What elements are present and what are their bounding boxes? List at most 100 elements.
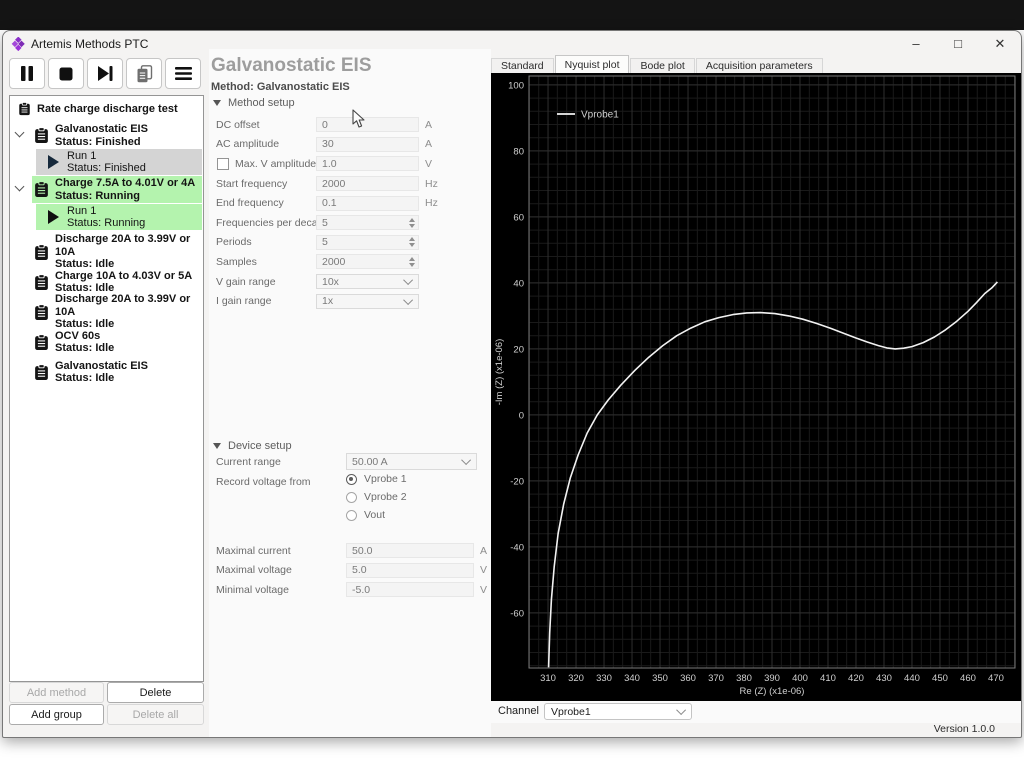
add-method-button[interactable]: Add method xyxy=(9,682,104,703)
field-label: Frequencies per decade xyxy=(216,217,329,229)
radio-label: Vout xyxy=(364,509,385,521)
end-frequency-input[interactable]: 0.1 xyxy=(316,196,419,211)
field-row-current-range: Current range 50.00 A xyxy=(209,452,491,472)
tree-item-ocv[interactable]: OCV 60s Status: Idle xyxy=(34,329,202,355)
tree-item-discharge-2[interactable]: Discharge 20A to 3.99V or 10A Status: Id… xyxy=(34,299,202,325)
svg-text:380: 380 xyxy=(736,673,752,684)
samples-stepper[interactable]: 2000 xyxy=(316,254,419,269)
app-logo-icon xyxy=(11,37,25,51)
tab-standard[interactable]: Standard xyxy=(491,58,554,73)
menu-button[interactable] xyxy=(165,58,201,89)
pause-button[interactable] xyxy=(9,58,45,89)
dc-offset-input[interactable]: 0 xyxy=(316,117,419,132)
spinner-buttons[interactable] xyxy=(409,218,415,228)
field-label: Periods xyxy=(216,236,252,248)
radio-label: Vprobe 2 xyxy=(364,491,407,503)
field-label: I gain range xyxy=(216,295,271,307)
minimize-button[interactable]: – xyxy=(895,31,937,56)
svg-text:-40: -40 xyxy=(510,542,524,553)
svg-text:Vprobe1: Vprobe1 xyxy=(581,110,619,121)
minimal-voltage-input[interactable]: -5.0 xyxy=(346,582,474,597)
tab-acquisition-parameters[interactable]: Acquisition parameters xyxy=(696,58,823,73)
tree-item-status: Status: Finished xyxy=(55,136,148,149)
chevron-down-icon xyxy=(461,455,471,465)
tree-item-status: Status: Idle xyxy=(55,342,114,355)
nyquist-chart-panel: 3103203303403503603703803904004104204304… xyxy=(491,73,1021,701)
skip-next-button[interactable] xyxy=(87,58,123,89)
tab-bode-plot[interactable]: Bode plot xyxy=(630,58,694,73)
svg-text:330: 330 xyxy=(596,673,612,684)
channel-label: Channel xyxy=(498,705,539,717)
svg-text:340: 340 xyxy=(624,673,640,684)
chevron-expand-icon[interactable] xyxy=(15,182,25,192)
tree-item-discharge-1[interactable]: Discharge 20A to 3.99V or 10A Status: Id… xyxy=(34,239,202,265)
device-setup-header[interactable]: Device setup xyxy=(213,440,292,452)
tree-run-running[interactable]: Run 1 Status: Running xyxy=(36,204,202,230)
radio-vprobe1[interactable]: Vprobe 1 xyxy=(346,473,407,485)
chevron-expand-icon[interactable] xyxy=(15,128,25,138)
tab-nyquist-plot[interactable]: Nyquist plot xyxy=(555,55,630,73)
tree-root-item[interactable]: Rate charge discharge test xyxy=(18,102,202,116)
delete-button[interactable]: Delete xyxy=(107,682,204,703)
close-button[interactable]: ✕ xyxy=(979,31,1021,56)
periods-stepper[interactable]: 5 xyxy=(316,235,419,250)
clipboard-icon xyxy=(34,274,49,291)
field-label: Start frequency xyxy=(216,178,287,190)
tree-item-status: Status: Idle xyxy=(55,372,148,385)
section-header-label: Device setup xyxy=(228,440,292,452)
start-frequency-input[interactable]: 2000 xyxy=(316,176,419,191)
svg-text:440: 440 xyxy=(904,673,920,684)
field-label: End frequency xyxy=(216,197,284,209)
tree-item-galvanostatic-idle[interactable]: Galvanostatic EIS Status: Idle xyxy=(34,359,202,385)
svg-text:320: 320 xyxy=(568,673,584,684)
svg-text:60: 60 xyxy=(513,212,524,223)
tree-group-galvanostatic-eis[interactable]: Galvanostatic EIS Status: Finished xyxy=(34,122,202,149)
field-row-v-gain-range: V gain range 10x xyxy=(209,272,491,292)
svg-text:370: 370 xyxy=(708,673,724,684)
radio-vprobe2[interactable]: Vprobe 2 xyxy=(346,491,407,503)
play-icon xyxy=(48,210,59,224)
nyquist-chart: 3103203303403503603703803904004104204304… xyxy=(491,73,1021,701)
current-range-select[interactable]: 50.00 A xyxy=(346,453,477,470)
radio-vout[interactable]: Vout xyxy=(346,509,385,521)
frequencies-per-decade-stepper[interactable]: 5 xyxy=(316,215,419,230)
copy-button[interactable] xyxy=(126,58,162,89)
channel-select[interactable]: Vprobe1 xyxy=(544,703,692,720)
spinner-buttons[interactable] xyxy=(409,257,415,267)
svg-text:0: 0 xyxy=(519,410,524,421)
stop-button[interactable] xyxy=(48,58,84,89)
field-row-maximal-voltage: Maximal voltage 5.0 V xyxy=(209,561,491,581)
svg-text:-Im (Z) (x1e-06): -Im (Z) (x1e-06) xyxy=(494,339,505,406)
field-row-frequencies-per-decade: Frequencies per decade 5 xyxy=(209,213,491,233)
v-gain-range-select[interactable]: 10x xyxy=(316,274,419,289)
title-bar[interactable]: Artemis Methods PTC – □ ✕ xyxy=(3,31,1021,56)
max-v-amplitude-input[interactable]: 1.0 xyxy=(316,156,419,171)
method-setup-header[interactable]: Method setup xyxy=(213,97,295,109)
delete-all-button[interactable]: Delete all xyxy=(107,704,204,725)
i-gain-range-select[interactable]: 1x xyxy=(316,294,419,309)
spinner-buttons[interactable] xyxy=(409,237,415,247)
tree-item-label: Discharge 20A to 3.99V or 10A xyxy=(55,233,202,258)
field-row-start-frequency: Start frequency 2000 Hz xyxy=(209,174,491,194)
radio-button-icon xyxy=(346,492,357,503)
field-unit: Hz xyxy=(425,178,438,190)
max-v-amplitude-checkbox[interactable] xyxy=(217,158,229,170)
tree-group-charge-running[interactable]: Charge 7.5A to 4.01V or 4A Status: Runni… xyxy=(32,176,202,203)
ac-amplitude-input[interactable]: 30 xyxy=(316,137,419,152)
field-unit: V xyxy=(480,564,487,576)
record-voltage-label: Record voltage from xyxy=(216,476,311,488)
maximize-button[interactable]: □ xyxy=(937,31,979,56)
field-label: DC offset xyxy=(216,119,260,131)
field-label: Samples xyxy=(216,256,257,268)
maximal-voltage-input[interactable]: 5.0 xyxy=(346,563,474,578)
field-label: V gain range xyxy=(216,276,276,288)
tree-run-finished[interactable]: Run 1 Status: Finished xyxy=(36,149,202,175)
clipboard-icon xyxy=(34,364,49,381)
maximal-current-input[interactable]: 50.0 xyxy=(346,543,474,558)
field-unit: A xyxy=(425,138,432,150)
add-group-button[interactable]: Add group xyxy=(9,704,104,725)
editor-title: Galvanostatic EIS xyxy=(211,55,372,77)
channel-row: Channel Vprobe1 xyxy=(491,701,1021,723)
method-setup-fields: DC offset 0 A AC amplitude 30 A Max. V a… xyxy=(209,115,491,311)
tree-item-charge-10a[interactable]: Charge 10A to 4.03V or 5A Status: Idle xyxy=(34,269,202,295)
